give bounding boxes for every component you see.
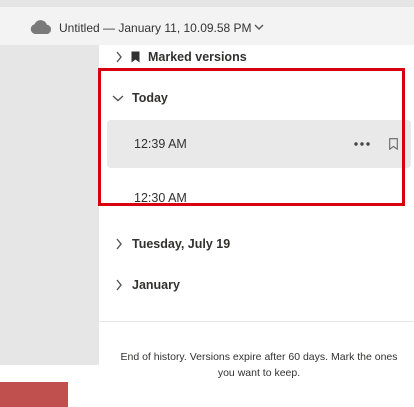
document-shape [0,382,68,407]
end-of-history-text: End of history. Versions expire after 60… [120,351,398,379]
divider [99,321,414,322]
chevron-down-icon[interactable] [254,23,264,31]
group-label: Tuesday, July 19 [132,237,231,251]
cloud-icon [30,20,52,34]
group-label: January [132,278,180,292]
group-header-january[interactable]: January [99,274,414,296]
marked-versions-header[interactable]: Marked versions [99,46,414,68]
bookmark-icon [131,51,140,63]
highlight-box [98,68,405,206]
title-bar: Untitled — January 11, 10.09.58 PM [0,7,414,45]
chevron-right-icon [116,51,122,63]
chevron-right-icon [116,279,122,291]
top-strip [0,0,414,7]
document-canvas [0,45,99,365]
marked-versions-label: Marked versions [148,50,247,64]
group-header-tuesday[interactable]: Tuesday, July 19 [99,233,414,255]
document-title[interactable]: Untitled — January 11, 10.09.58 PM [59,21,252,35]
chevron-right-icon [116,238,122,250]
